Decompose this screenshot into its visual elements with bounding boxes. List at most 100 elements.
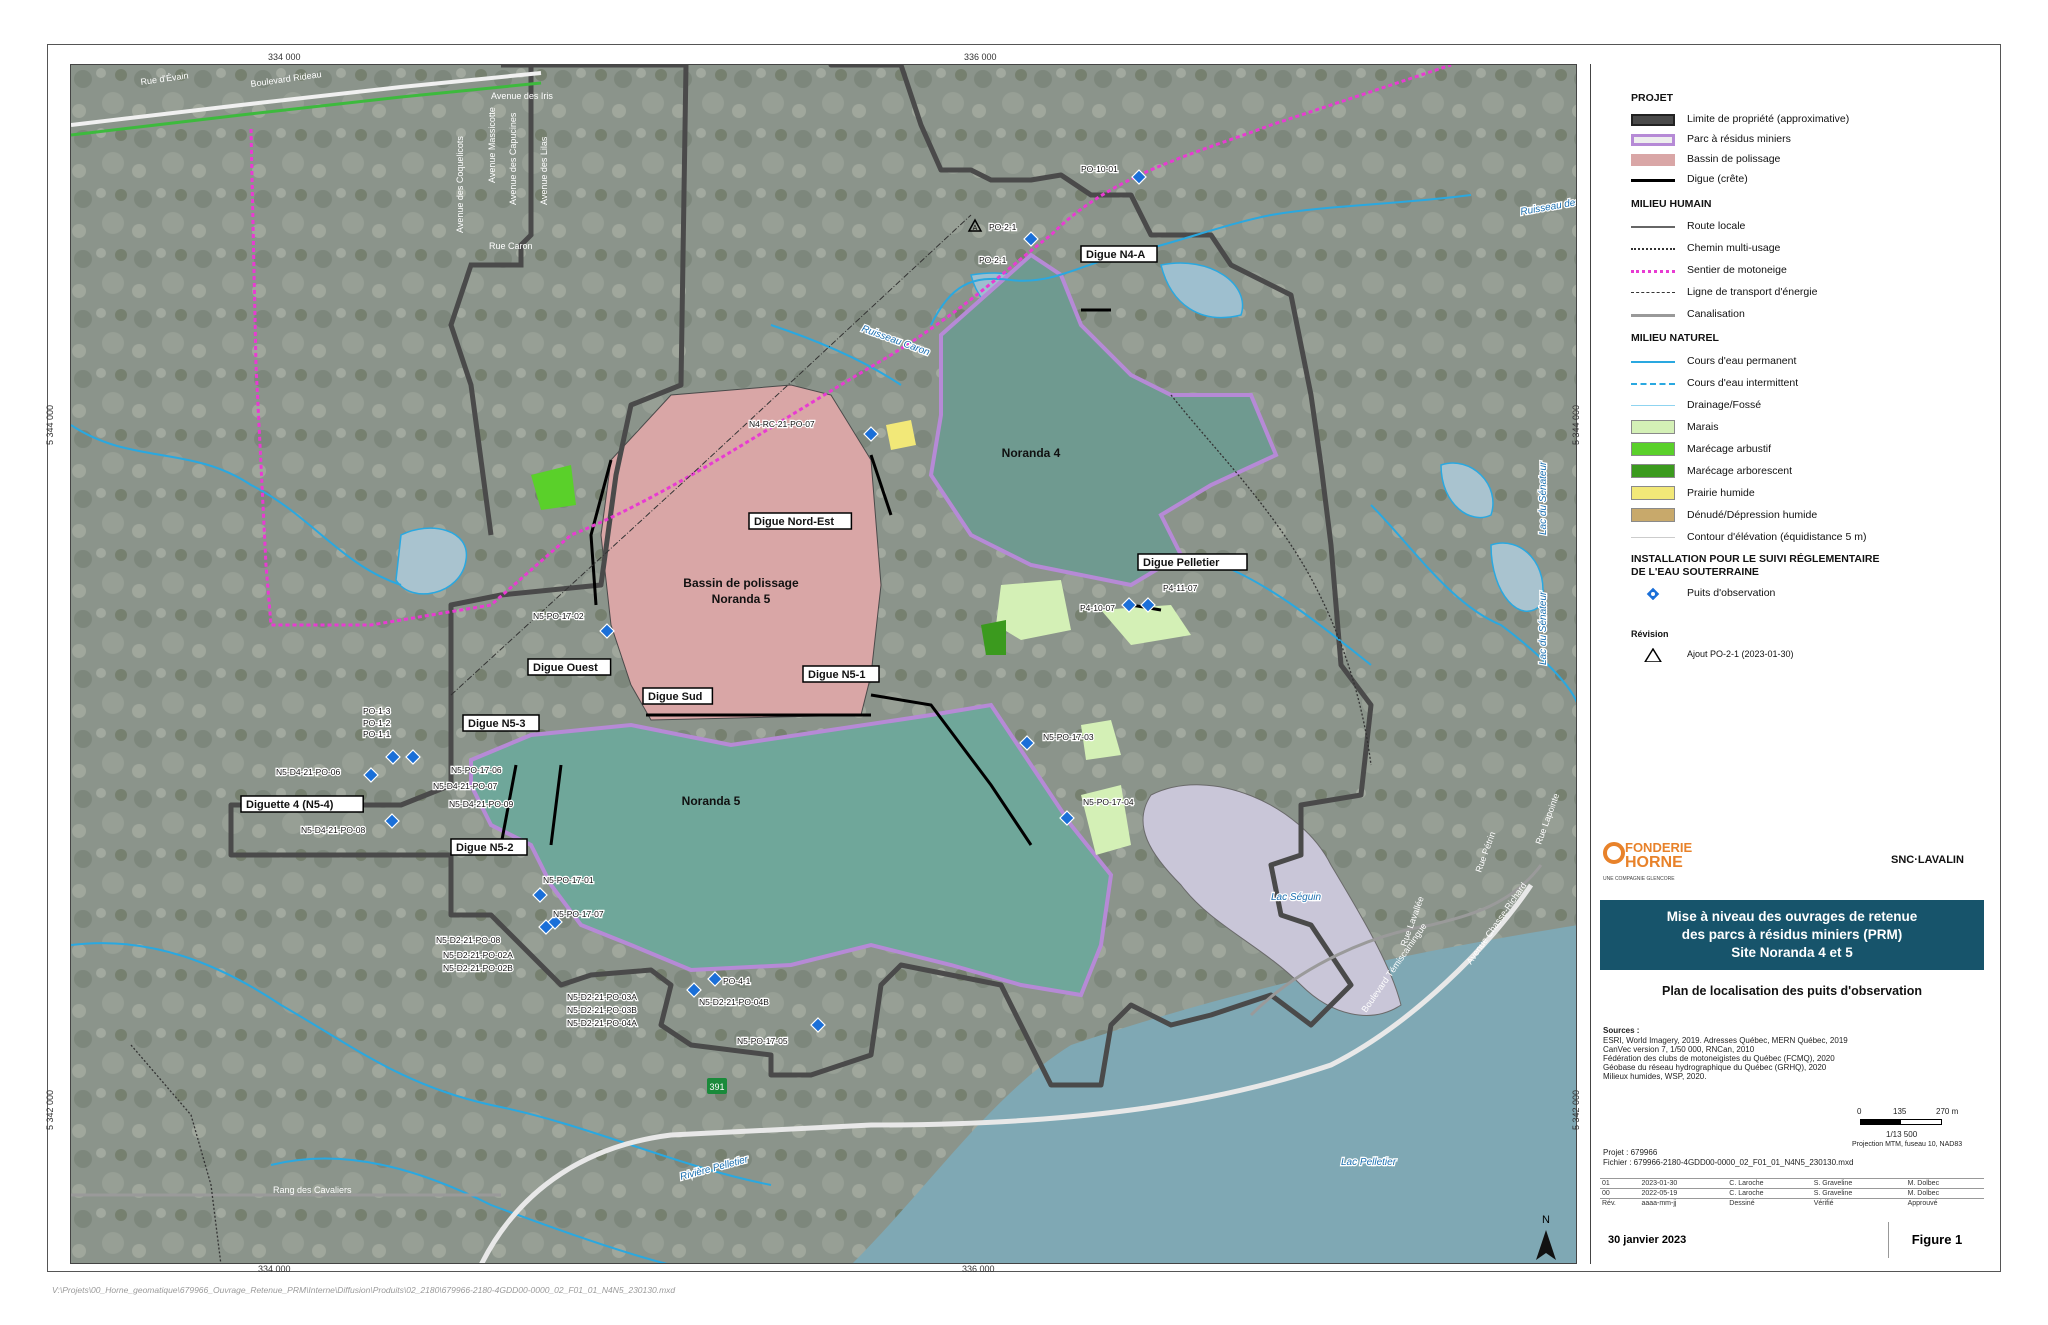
street-label: Avenue Massicotte bbox=[487, 107, 497, 183]
legend-panel: PROJET Limite de propriété (approximativ… bbox=[1590, 64, 1994, 1264]
rev-cell: M. Dolbec bbox=[1905, 1188, 1984, 1199]
local-road-swatch bbox=[1631, 226, 1675, 228]
multi-use-swatch bbox=[1631, 248, 1675, 250]
legend-label: Puits d'observation bbox=[1687, 587, 1776, 599]
observation-well-label: N5-D4-21-PO-08 bbox=[301, 825, 366, 835]
legend-label: Drainage/Fossé bbox=[1687, 399, 1762, 411]
observation-well-label: N5-PO-17-04 bbox=[1083, 797, 1134, 807]
drainage-swatch bbox=[1631, 405, 1675, 406]
map-panel: 391 N A Rue d'Évain Boulevard Rideau Avenu… bbox=[70, 64, 1577, 1264]
client-logo: FONDERIE HORNE UNE COMPAGNIE GLENCORE bbox=[1603, 838, 1703, 898]
power-line-swatch bbox=[1631, 292, 1675, 293]
dike-label: Digue Pelletier bbox=[1143, 557, 1220, 569]
rev-cell: Rév. bbox=[1600, 1198, 1640, 1208]
dike-swatch bbox=[1631, 179, 1675, 182]
north-label: N bbox=[1542, 1214, 1550, 1226]
legend-label: Marécage arborescent bbox=[1687, 465, 1793, 477]
legend-install-title-1: INSTALLATION POUR LE SUIVI RÉGLEMENTAIRE bbox=[1631, 553, 1880, 565]
title-block: Mise à niveau des ouvrages de retenue de… bbox=[1600, 900, 1984, 970]
rev-cell: 2022-05-19 bbox=[1639, 1188, 1728, 1199]
rev-cell: S. Graveline bbox=[1811, 1178, 1906, 1189]
street-label: Rue Caron bbox=[489, 241, 533, 251]
rev-cell: C. Laroche bbox=[1727, 1188, 1812, 1199]
observation-well-label: N5-D4-21-PO-06 bbox=[276, 767, 341, 777]
observation-well-label: N5-PO-17-05 bbox=[737, 1036, 788, 1046]
revision-row: 01 2023-01-30 C. Laroche S. Graveline M. Dol… bbox=[1600, 1178, 1984, 1189]
street-label: Avenue des Coquelicots bbox=[455, 136, 465, 233]
coord-right-y-2: 5 342 000 bbox=[1571, 1089, 1582, 1131]
property-limit-swatch bbox=[1631, 114, 1675, 126]
legend-revision-title: Révision bbox=[1631, 629, 1669, 639]
source-line: Fédération des clubs de motoneigistes du… bbox=[1603, 1054, 1835, 1063]
legend-label: Marais bbox=[1687, 421, 1719, 433]
source-line: Géobase du réseau hydrographique du Québ… bbox=[1603, 1063, 1827, 1072]
scale-bar bbox=[1860, 1119, 1942, 1125]
project-number: Projet : 679966 bbox=[1603, 1148, 1658, 1157]
water-label: Lac Pelletier bbox=[1341, 1157, 1397, 1168]
coord-left-y-1: 5 344 000 bbox=[45, 404, 56, 446]
date-box: 30 janvier 2023 bbox=[1600, 1222, 1830, 1258]
rev-cell: 2023-01-30 bbox=[1639, 1178, 1728, 1189]
arborescent-swatch bbox=[1631, 464, 1675, 478]
area-label: Noranda 5 bbox=[712, 592, 771, 606]
title-line-2: des parcs à résidus miniers (PRM) bbox=[1681, 927, 1903, 942]
legend-label: Cours d'eau intermittent bbox=[1687, 377, 1799, 389]
scale-ratio: 1/13 500 bbox=[1886, 1130, 1918, 1139]
observation-well-label: N5-D2-21-PO-02B bbox=[443, 963, 513, 973]
observation-well-label: N5-D2-21-PO-02A bbox=[443, 950, 513, 960]
rev-cell: M. Dolbec bbox=[1905, 1178, 1984, 1189]
file-path: V:\Projets\00_Horne_geomatique\679966_Ou… bbox=[52, 1285, 676, 1295]
observation-well-label: N4-RC-21-PO-07 bbox=[749, 419, 815, 429]
area-label: Noranda 5 bbox=[682, 794, 741, 808]
map-subtitle: Plan de localisation des puits d'observa… bbox=[1662, 984, 1922, 998]
prairie-swatch bbox=[1631, 486, 1675, 500]
legend-label: Chemin multi-usage bbox=[1687, 242, 1781, 254]
legend-label: Parc à résidus miniers bbox=[1687, 133, 1791, 145]
figure-date: 30 janvier 2023 bbox=[1608, 1234, 1687, 1246]
scale-tick: 270 m bbox=[1936, 1107, 1959, 1116]
arbustif-swatch bbox=[1631, 442, 1675, 456]
legend-label: Digue (crête) bbox=[1687, 173, 1748, 185]
scale-tick: 0 bbox=[1857, 1107, 1862, 1116]
legend-label: Limite de propriété (approximative) bbox=[1687, 113, 1850, 125]
observation-well-label: N5-D2-21-PO-04A bbox=[567, 1018, 637, 1028]
legend-label: Contour d'élévation (équidistance 5 m) bbox=[1687, 531, 1867, 543]
observation-well-label: N5-D2-21-PO-03A bbox=[567, 992, 637, 1002]
observation-well-label: N5-D4-21-PO-09 bbox=[449, 799, 514, 809]
projection: Projection MTM, fuseau 10, NAD83 bbox=[1852, 1141, 1963, 1148]
project-file: Fichier : 679966-2180-4GDD00-0000_02_F01… bbox=[1603, 1158, 1854, 1167]
title-line-1: Mise à niveau des ouvrages de retenue bbox=[1666, 909, 1918, 924]
observation-well-label: PO-1-2 bbox=[363, 718, 391, 728]
dike-label: Digue N5-3 bbox=[468, 718, 525, 730]
rev-cell: 00 bbox=[1600, 1188, 1640, 1199]
legend-projet-title: PROJET bbox=[1631, 92, 1674, 104]
observation-well-label: PO-2-1 bbox=[989, 222, 1017, 232]
contour-swatch bbox=[1631, 537, 1675, 538]
dike-label: Digue Nord-Est bbox=[754, 516, 834, 528]
revision-table: 01 2023-01-30 C. Laroche S. Graveline M. Dol… bbox=[1600, 1178, 1984, 1208]
observation-well-label: PO-4-1 bbox=[723, 976, 751, 986]
engineer-logo: SNC·LAVALIN bbox=[1891, 854, 1964, 866]
dike-label: Digue Ouest bbox=[533, 662, 598, 674]
legend-label: Sentier de motoneige bbox=[1687, 264, 1787, 276]
scale-bar-segment bbox=[1861, 1120, 1901, 1124]
legend-label: Ligne de transport d'énergie bbox=[1687, 286, 1818, 298]
sources-heading: Sources : bbox=[1603, 1026, 1640, 1035]
coord-left-y-2: 5 342 000 bbox=[45, 1089, 56, 1131]
snowmobile-swatch bbox=[1631, 270, 1675, 273]
source-line: ESRI, World Imagery, 2019. Adresses Québ… bbox=[1603, 1036, 1848, 1045]
source-line: CanVec version 7, 1/50 000, RNCan, 2010 bbox=[1603, 1045, 1755, 1054]
legend-label: Route locale bbox=[1687, 220, 1746, 232]
rev-cell: Dessiné bbox=[1727, 1198, 1812, 1208]
dike-label: Digue N4-A bbox=[1086, 249, 1145, 261]
scale-tick: 135 bbox=[1893, 1107, 1907, 1116]
observation-well-label: N5-D2-21-PO-04B bbox=[699, 997, 769, 1007]
revision-triangle-icon bbox=[1644, 648, 1662, 662]
observation-well-label: PO-10-01 bbox=[1081, 164, 1118, 174]
marais bbox=[996, 580, 1071, 640]
legend-install-title-2: DE L'EAU SOUTERRAINE bbox=[1631, 566, 1759, 578]
marais-swatch bbox=[1631, 420, 1675, 434]
route-391-label: 391 bbox=[709, 1082, 724, 1092]
rev-cell: S. Graveline bbox=[1811, 1188, 1906, 1199]
street-label: Rang des Cavaliers bbox=[273, 1185, 352, 1195]
